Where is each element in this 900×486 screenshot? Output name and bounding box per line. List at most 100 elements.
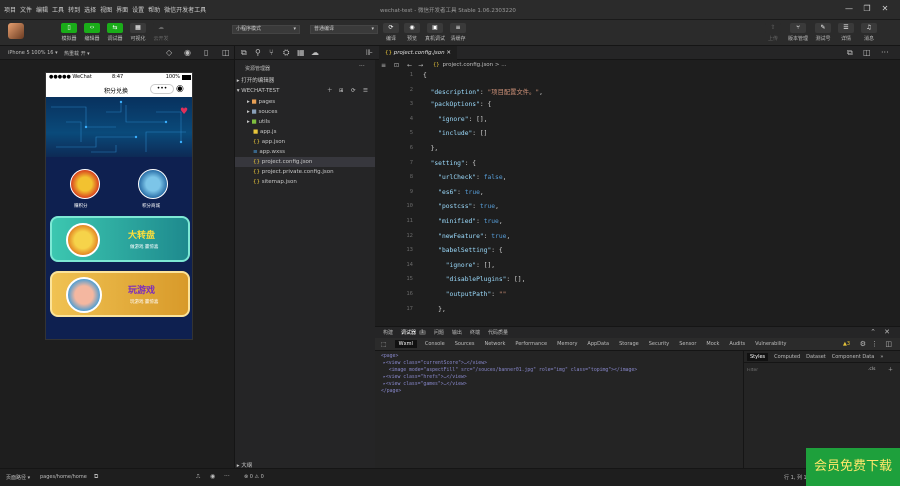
menu-item[interactable]: 转到 [68, 5, 80, 14]
tree-item-project-config[interactable]: {} project.config.json [235, 157, 376, 167]
extensions-icon[interactable]: ▦ [297, 48, 305, 57]
device-select[interactable]: iPhone 5 100% 16 ▾ [8, 50, 58, 56]
tree-item-private-config[interactable]: {} project.private.config.json [235, 167, 376, 177]
dom-line[interactable]: </page> [381, 389, 401, 394]
cloud-icon[interactable]: ☁ [311, 48, 319, 57]
capsule-close-icon[interactable]: ◉ [176, 84, 184, 94]
dom-line[interactable]: ▸<view class="games">…</view> [383, 382, 467, 387]
panel-tab[interactable]: 输出 [452, 329, 462, 336]
maximize-icon[interactable]: ❐ [858, 4, 876, 13]
menu-item[interactable]: 微信开发者工具 [164, 5, 206, 14]
phone-screen[interactable]: ●●●●● WeChat 8:47 100% 积分兑换 ••• ◉ ♥ 赚积分 … [45, 72, 193, 340]
tab-computed[interactable]: Computed [774, 354, 800, 360]
tab-audits[interactable]: Audits [729, 341, 745, 347]
phone-icon[interactable]: ▯ [204, 48, 208, 57]
bookmark-icon[interactable]: ⊡ [394, 62, 399, 69]
tab-network[interactable]: Network [484, 341, 505, 347]
menu-item[interactable]: 文件 [20, 5, 32, 14]
styles-filter-input[interactable] [747, 366, 857, 374]
tab-memory[interactable]: Memory [557, 341, 577, 347]
tree-item-utils[interactable]: ▸ ■ utils [235, 117, 376, 127]
nav-forward-icon[interactable]: → [418, 62, 423, 69]
minimize-icon[interactable]: — [840, 4, 858, 13]
messages-button[interactable]: ♫ 消息 [858, 23, 880, 42]
debugger-button[interactable]: ⇆ 调试器 [104, 23, 126, 42]
earn-points-icon[interactable] [70, 169, 100, 199]
tree-item-appjs[interactable]: ■ app.js [235, 127, 376, 137]
code-line[interactable]: "postcss": true, [423, 203, 499, 210]
record-icon[interactable]: ◉ [184, 48, 191, 57]
search-icon[interactable]: ⚲ [255, 48, 261, 57]
inspect-icon[interactable]: ⬚ [381, 341, 387, 348]
refresh-icon[interactable]: ⟳ [351, 86, 356, 96]
cloud-button[interactable]: ☁ 云开发 [150, 23, 172, 42]
layout-icon[interactable]: ⎍ [196, 473, 200, 481]
tab-component-data[interactable]: Component Data [832, 354, 875, 360]
details-button[interactable]: ☰ 详情 [835, 23, 857, 42]
tab-dataset[interactable]: Dataset [806, 354, 826, 360]
testid-button[interactable]: ✎ 测试号 [812, 23, 834, 42]
collapse-icon[interactable]: ☰ [363, 86, 368, 96]
shop-icon[interactable] [138, 169, 168, 199]
back-icon[interactable]: ≡ [381, 62, 386, 69]
new-file-icon[interactable]: ＋ [327, 86, 333, 96]
avatar[interactable] [8, 23, 24, 39]
nav-back-icon[interactable]: ← [407, 62, 412, 69]
close-icon[interactable]: ✕ [884, 328, 890, 336]
tab-wxml[interactable]: Wxml [394, 340, 417, 348]
editor-button[interactable]: ‹› 编辑器 [81, 23, 103, 42]
code-line[interactable]: { [423, 72, 427, 79]
simulator-button[interactable]: ▯ 模拟器 [58, 23, 80, 42]
eye-icon[interactable]: ◉ [210, 473, 215, 480]
chevron-up-icon[interactable]: ⌃ [870, 328, 876, 336]
panel-tab[interactable]: 终端 [470, 329, 480, 336]
mode-select[interactable]: 小程序模式 ▾ [232, 25, 300, 34]
tree-item-sitemap[interactable]: {} sitemap.json [235, 177, 376, 187]
chevron-right-icon[interactable]: » [880, 354, 883, 360]
rotate-icon[interactable]: ◇ [166, 48, 172, 57]
new-folder-icon[interactable]: ⊞ [339, 86, 344, 96]
copy-icon[interactable]: ⧉ [94, 473, 98, 481]
compile-button[interactable]: ⟳ 编译 [380, 23, 402, 42]
preview-icon[interactable]: ⧉ [847, 48, 853, 58]
panel-tab[interactable]: 代码质量 [488, 329, 508, 336]
panel-tab[interactable]: 问题 [434, 329, 444, 336]
code-line[interactable]: "setting": { [423, 160, 477, 167]
visual-button[interactable]: ▦ 可视化 [127, 23, 149, 42]
tab-security[interactable]: Security [649, 341, 670, 347]
wxml-tree[interactable]: <page> ▸<view class="currentScore">…</vi… [375, 351, 743, 468]
dom-line[interactable]: ▸<view class="currentScore">…</view> [383, 361, 487, 366]
code-line[interactable]: "babelSetting": { [423, 247, 502, 254]
wheel-card[interactable]: 大转盘 做游戏 赢惊喜 [50, 216, 190, 262]
menu-item[interactable]: 视图 [100, 5, 112, 14]
tab-vulnerability[interactable]: Vulnerability [755, 341, 786, 347]
preview-button[interactable]: ◉ 预览 [401, 23, 423, 42]
tab-appdata[interactable]: AppData [587, 341, 609, 347]
code-line[interactable]: "disablePlugins": [], [423, 276, 526, 283]
tree-item-souces[interactable]: ▸ ■ souces [235, 107, 376, 117]
menu-item[interactable]: 工具 [52, 5, 64, 14]
problems-indicator[interactable]: ⊗ 0 ⚠ 0 [244, 474, 264, 480]
files-icon[interactable]: ⧉ [241, 48, 247, 58]
add-icon[interactable]: ＋ [888, 366, 893, 373]
hotreload-select[interactable]: 热重载 开 ▾ [64, 50, 90, 57]
version-button[interactable]: ⑂ 版本管理 [787, 23, 809, 42]
tree-item-pages[interactable]: ▸ ■ pages [235, 97, 376, 107]
close-icon[interactable]: ✕ [876, 4, 894, 13]
project-section[interactable]: ▾ WECHAT-TEST ＋ ⊞ ⟳ ☰ [235, 86, 376, 96]
code-line[interactable]: "urlCheck": false, [423, 174, 506, 181]
split-icon[interactable]: ⊪ [366, 48, 373, 57]
tab-styles[interactable]: Styles [747, 352, 769, 361]
popout-icon[interactable]: ◫ [222, 48, 230, 57]
cursor-position[interactable]: 行 1, 列 1 [784, 474, 807, 481]
code-line[interactable]: "minified": true, [423, 218, 502, 225]
tab-sensor[interactable]: Sensor [679, 341, 696, 347]
remote-debug-button[interactable]: ▣ 真机调试 [424, 23, 446, 42]
debug-icon[interactable]: ⛭ [283, 48, 289, 58]
heart-icon[interactable]: ♥ [180, 107, 188, 117]
tab-project-config[interactable]: {} project.config.json ✕ [379, 46, 457, 60]
menu-item[interactable]: 选择 [84, 5, 96, 14]
warning-icon[interactable]: ▲3 [843, 341, 850, 347]
split-icon[interactable]: ◫ [863, 48, 871, 57]
gear-icon[interactable]: ⚙ [860, 340, 866, 348]
